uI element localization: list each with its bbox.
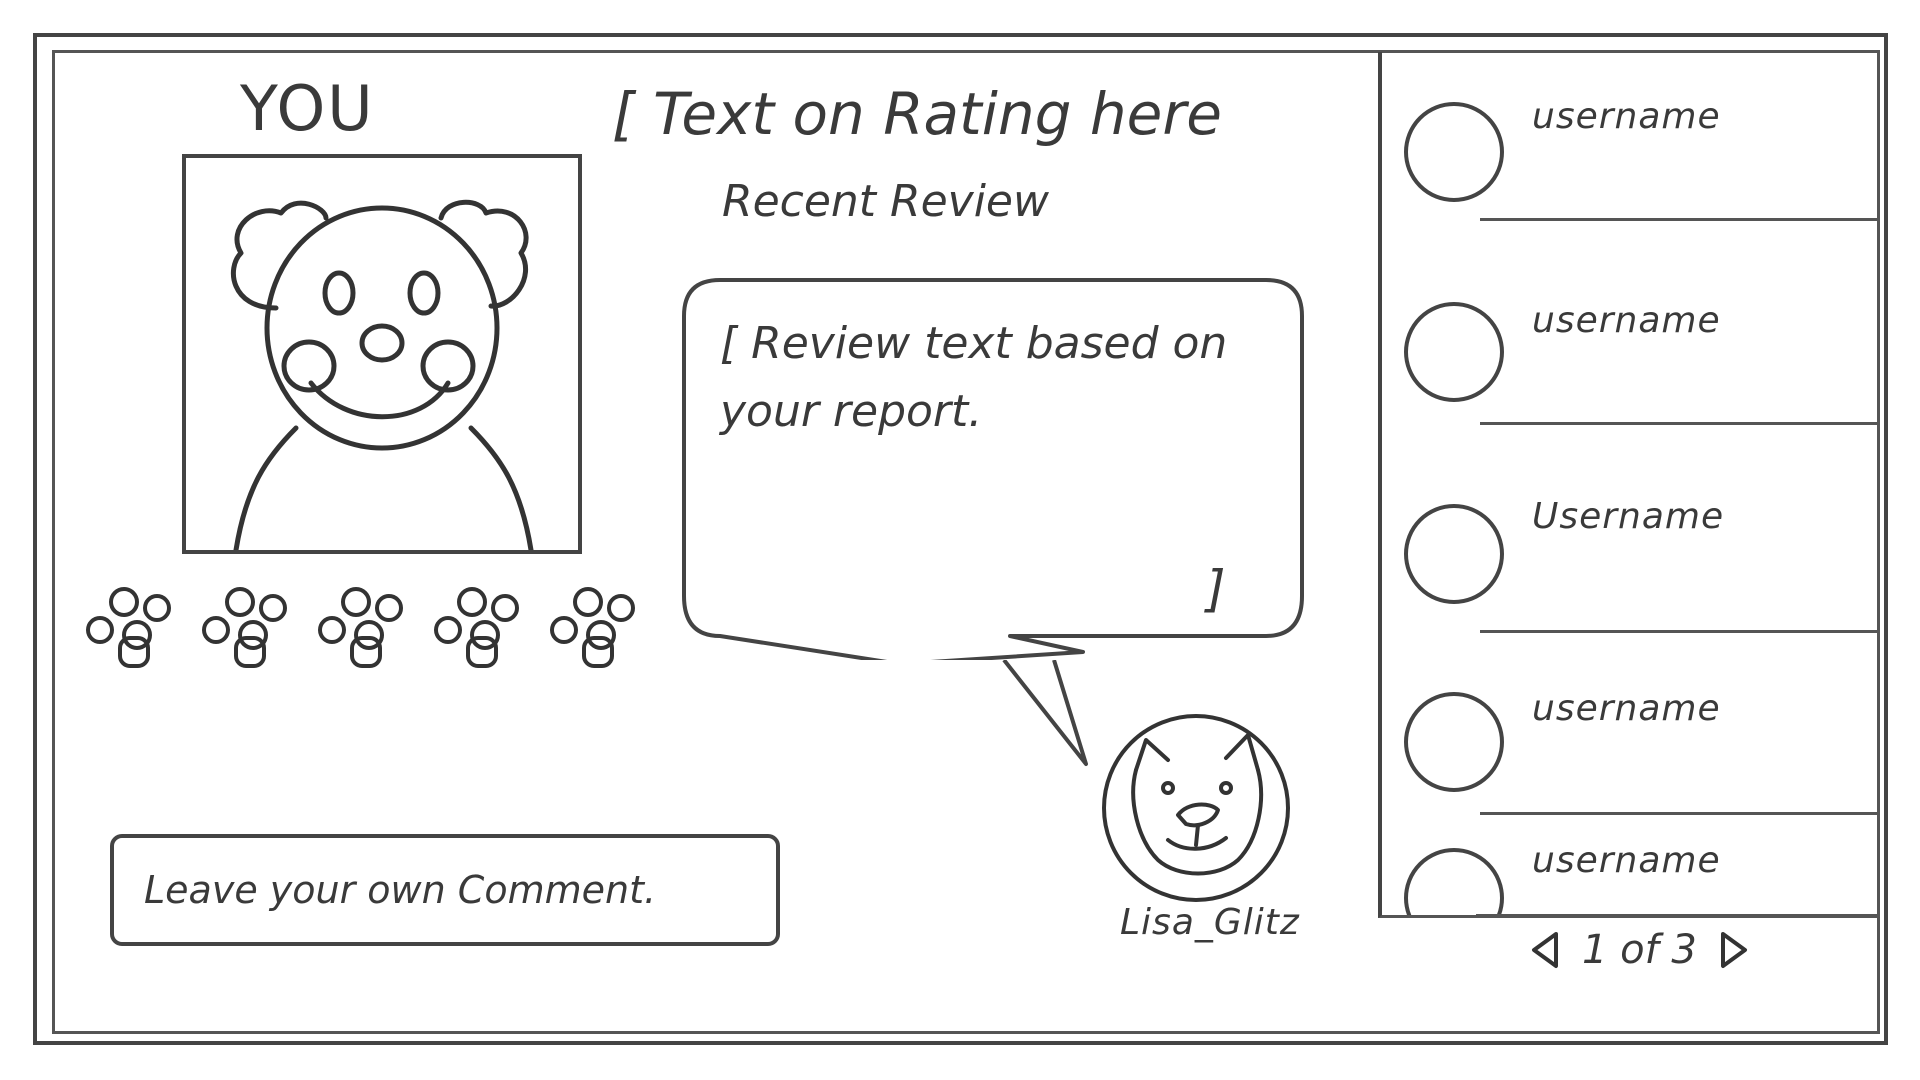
user-list-sidebar[interactable]: username username Username username user… [1378,52,1878,918]
paw-rating-icon[interactable] [546,580,656,670]
user-avatar[interactable] [1404,102,1504,202]
user-avatar[interactable] [1404,692,1504,792]
app-window: YOU [Text on Rating here Recent Review … [0,0,1920,1080]
rating-heading: [ Text on Rating here [612,80,1222,148]
username-label[interactable]: username [1532,300,1721,341]
reviewer-dog-avatar-icon[interactable] [1098,710,1294,906]
list-item[interactable]: username [1382,294,1878,494]
recent-review-heading: Recent Review [722,176,1049,227]
divider [1480,812,1878,815]
divider [1480,422,1878,425]
username-label[interactable]: username [1532,688,1721,729]
user-avatar[interactable] [1404,504,1504,604]
list-item[interactable]: Username [1382,496,1878,700]
speech-bubble-tail-icon [1002,660,1088,766]
divider [1480,218,1878,221]
page-indicator: 1 of 3 [1582,927,1697,973]
paw-rating-icon[interactable] [430,580,540,670]
comment-input[interactable] [110,834,780,946]
triangle-left-icon[interactable] [1530,930,1560,970]
username-label[interactable]: username [1532,96,1721,137]
rating-paws [82,580,662,670]
divider [1476,914,1878,917]
pagination: 1 of 3 [1530,922,1749,978]
triangle-right-icon[interactable] [1719,930,1749,970]
username-label[interactable]: username [1532,840,1721,881]
clown-avatar-icon [231,199,534,550]
review-text: [ Review text based on your report. [720,318,1228,437]
paw-rating-icon[interactable] [82,580,192,670]
list-item[interactable]: username [1382,840,1878,915]
paw-rating-icon[interactable] [198,580,308,670]
reviewer-name[interactable]: Lisa_Glitz [1120,902,1300,943]
user-avatar[interactable] [1404,302,1504,402]
divider [1480,630,1878,633]
list-item[interactable]: username [1382,92,1878,292]
username-label[interactable]: Username [1532,496,1724,537]
paw-rating-icon[interactable] [314,580,424,670]
review-close-bracket: ] [1206,560,1226,618]
profile-avatar[interactable] [182,154,582,554]
user-avatar[interactable] [1404,848,1504,915]
profile-title: YOU [240,72,375,145]
